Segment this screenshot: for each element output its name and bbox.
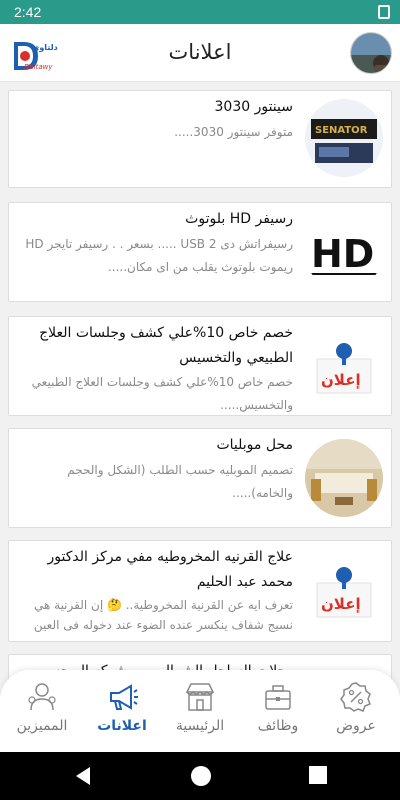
home-icon[interactable]: [189, 764, 213, 788]
system-nav-bar: [0, 752, 400, 800]
ad-title: خصم خاص 10%علي كشف وجلسات العلاج الطبيعي…: [39, 325, 293, 366]
ad-card[interactable]: إعلان خصم خاص 10%علي كشف وجلسات العلاج ا…: [8, 316, 392, 416]
nav-offers-label: عروض: [336, 718, 376, 734]
ad-card[interactable]: محل موبليات تصميم الموبليه حسب الطلب (ال…: [8, 428, 392, 528]
svg-text:HD: HD: [311, 232, 374, 276]
ad-card[interactable]: إعلان علاج القرنيه المخروطيه مفي مركز ال…: [8, 540, 392, 642]
svg-text:إعلان: إعلان: [321, 595, 361, 613]
hd-logo-image: HD: [305, 213, 383, 291]
nav-featured-label: المميزين: [16, 718, 68, 734]
nav-offers[interactable]: عروض: [316, 676, 396, 756]
store-icon: [185, 683, 215, 711]
announcement-pin-image: إعلان: [305, 329, 383, 407]
nav-ads-label: اعلانات: [97, 718, 147, 734]
announcement-pin-image: إعلان: [305, 553, 383, 631]
nav-featured[interactable]: المميزين: [2, 676, 82, 756]
status-bar: 2:42: [0, 0, 400, 24]
megaphone-icon: [110, 684, 138, 710]
back-icon[interactable]: [72, 764, 94, 788]
ad-card[interactable]: HD رسيفر HD بلوتوث رسيفراتش دى USB 2 ...…: [8, 202, 392, 302]
ad-card[interactable]: SENATOR سينتور 3030 متوفر سينتور 3030...…: [8, 90, 392, 188]
receiver-box-image: SENATOR: [305, 99, 383, 177]
svg-text:Deltawy: Deltawy: [24, 63, 53, 71]
nav-jobs-label: وظائف: [257, 718, 299, 734]
nav-home[interactable]: الرئيسية: [160, 676, 240, 756]
ad-title: علاج القرنيه المخروطيه مفي مركز الدكتور …: [47, 549, 293, 590]
status-time: 2:42: [14, 4, 42, 20]
svg-text:إعلان: إعلان: [321, 371, 361, 389]
battery-icon: [378, 5, 390, 19]
bottom-nav: المميزين اعلانات الرئيسية وظائف عروض: [0, 670, 400, 760]
avatar[interactable]: [350, 32, 392, 74]
nav-ads[interactable]: اعلانات: [82, 676, 162, 756]
ad-description: خصم خاص 10%علي كشف وجلسات العلاج الطبيعي…: [31, 375, 293, 412]
furniture-room-image: [305, 439, 383, 517]
avatar-image: [351, 33, 391, 73]
ad-description: تصميم الموبليه حسب الطلب (الشكل والحجم و…: [67, 463, 293, 500]
nav-home-label: الرئيسية: [175, 718, 225, 734]
ad-description: رسيفراتش دى USB 2 ..... بسعر . . رسيفر ت…: [25, 237, 293, 274]
users-icon: [28, 683, 56, 711]
svg-text:SENATOR: SENATOR: [315, 125, 368, 136]
ad-description: متوفر سينتور 3030.....: [174, 125, 293, 139]
recents-icon[interactable]: [307, 764, 329, 786]
percent-badge-icon: [340, 682, 371, 712]
ad-title: رسيفر HD بلوتوث: [185, 211, 293, 227]
ad-description: تعرف ايه عن القرنية المخروطية.. 🤔 إن الق…: [33, 598, 293, 632]
ad-title: محل موبليات: [216, 437, 293, 453]
ads-list[interactable]: SENATOR سينتور 3030 متوفر سينتور 3030...…: [8, 90, 392, 680]
app-bar: دلتاوي Deltawy اعلانات: [0, 24, 400, 82]
page-title: اعلانات: [168, 40, 232, 64]
briefcase-icon: [265, 685, 291, 710]
nav-jobs[interactable]: وظائف: [238, 676, 318, 756]
ad-title: سينتور 3030: [214, 99, 294, 115]
